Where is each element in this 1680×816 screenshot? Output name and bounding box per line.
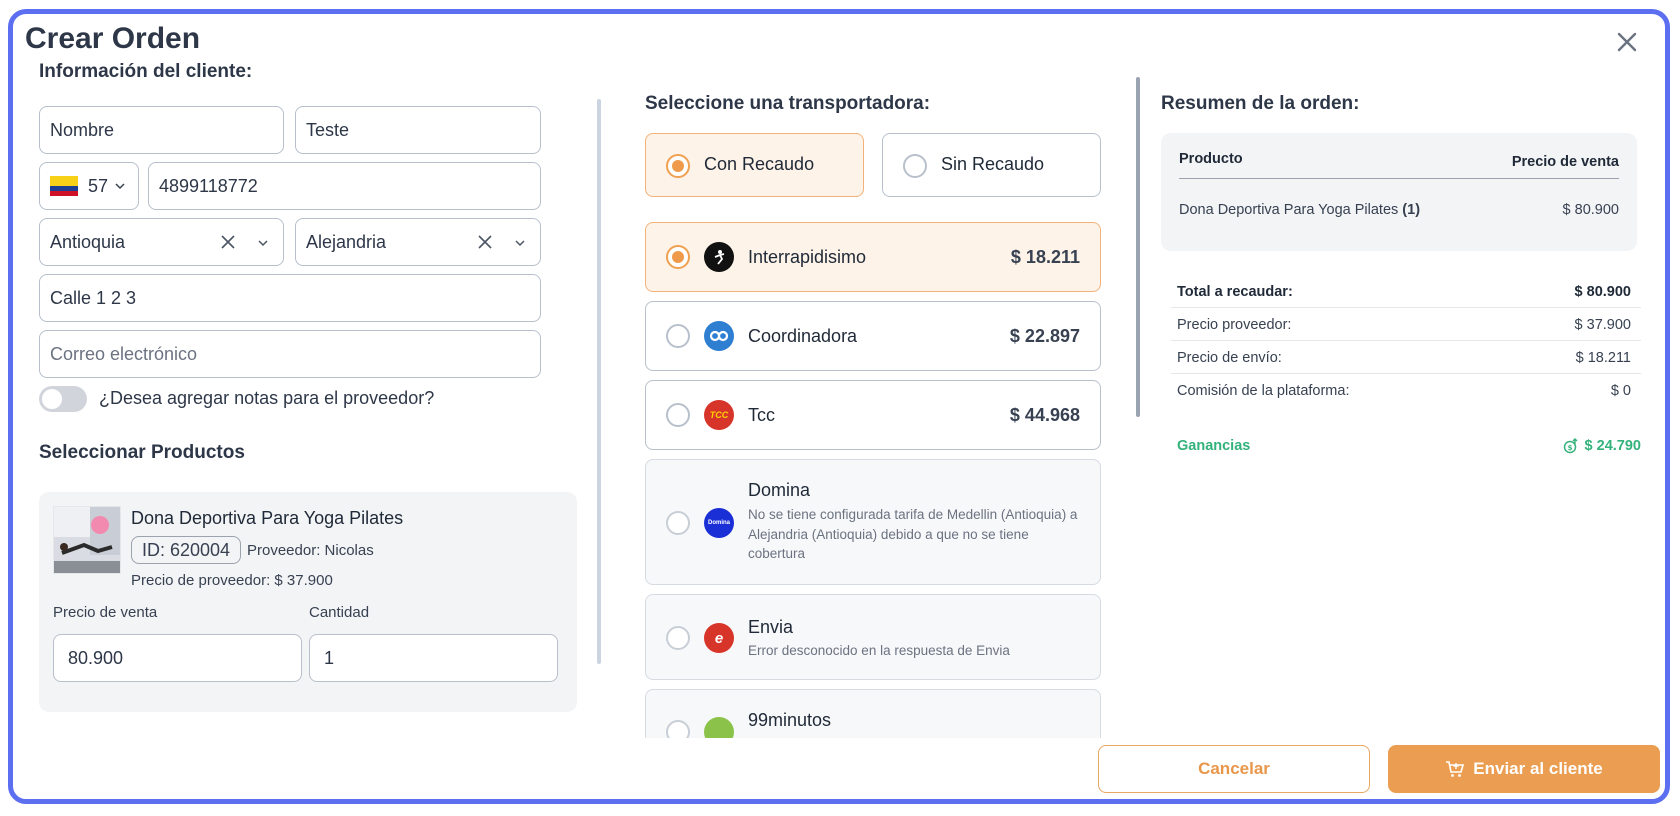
carrier-price: $ 22.897 xyxy=(1009,326,1080,346)
mode-con-recaudo[interactable]: Con Recaudo xyxy=(645,133,864,197)
carrier-99minutos: 99minutos xyxy=(645,689,1101,738)
sale-price-label: Precio de venta xyxy=(53,604,158,621)
chevron-down-icon xyxy=(115,183,125,190)
phone-input[interactable]: 4899118772 xyxy=(148,162,541,210)
clear-icon[interactable] xyxy=(219,233,237,251)
product-card: Dona Deportiva Para Yoga Pilates ID: 620… xyxy=(39,492,577,712)
radio-con-recaudo[interactable] xyxy=(666,154,690,178)
carrier-domina: Domina Domina No se tiene configurada ta… xyxy=(645,459,1101,585)
cart-icon xyxy=(1446,761,1465,777)
notes-toggle-label: ¿Desea agregar notas para el proveedor? xyxy=(99,388,435,408)
gain-value: $ $ 24.790 xyxy=(1563,438,1641,454)
svg-text:$: $ xyxy=(1567,444,1572,452)
carrier-name: Envia xyxy=(748,617,794,637)
radio-sin-recaudo[interactable] xyxy=(903,154,927,178)
product-image xyxy=(53,506,121,574)
city-select[interactable]: Alejandria xyxy=(295,218,541,266)
carrier-name: 99minutos xyxy=(748,710,832,730)
carrier-note: No se tiene configurada tarifa de Medell… xyxy=(748,507,1078,561)
total-row: Total a recaudar: $ 80.900 xyxy=(1171,275,1641,308)
carrier-price: $ 44.968 xyxy=(1009,405,1080,425)
email-input[interactable]: Correo electrónico xyxy=(39,330,541,378)
middle-scrollbar[interactable] xyxy=(1136,77,1140,417)
last-name-input[interactable]: Teste xyxy=(295,106,541,154)
chevron-down-icon[interactable] xyxy=(257,237,269,249)
commission-row: Comisión de la plataforma: $ 0 xyxy=(1177,383,1631,399)
radio-99minutos xyxy=(666,720,690,738)
shipping-price-row: Precio de envío: $ 18.211 xyxy=(1171,341,1641,374)
interrapidisimo-logo-icon xyxy=(704,242,734,272)
summary-item: Dona Deportiva Para Yoga Pilates (1) xyxy=(1179,202,1421,218)
close-icon[interactable] xyxy=(1613,28,1641,56)
client-section-title: Información del cliente: xyxy=(39,62,253,82)
phone-code-select[interactable]: 57 xyxy=(39,162,139,210)
quantity-label: Cantidad xyxy=(309,604,370,621)
modal-title: Crear Orden xyxy=(25,22,201,55)
send-to-client-button[interactable]: Enviar al cliente xyxy=(1388,745,1660,793)
sale-price-input[interactable]: 80.900 xyxy=(53,634,302,682)
carrier-price: $ 18.211 xyxy=(1010,247,1080,267)
create-order-modal: Crear Orden Información del cliente: Nom… xyxy=(8,9,1670,804)
mode-sin-recaudo[interactable]: Sin Recaudo xyxy=(882,133,1101,197)
cancel-button[interactable]: Cancelar xyxy=(1098,745,1370,793)
shipping-section-title: Seleccione una transportadora: xyxy=(645,93,931,114)
quantity-input[interactable]: 1 xyxy=(309,634,558,682)
mode-label: Con Recaudo xyxy=(704,154,815,174)
product-supplier-price: Precio de proveedor: $ 37.900 xyxy=(131,572,333,589)
carrier-name: Coordinadora xyxy=(748,326,858,346)
tcc-logo-icon: TCC xyxy=(704,400,734,430)
summary-col-price: Precio de venta xyxy=(1511,154,1619,170)
carrier-interrapidisimo[interactable]: Interrapidisimo $ 18.211 xyxy=(645,222,1101,292)
envia-logo-icon: e xyxy=(704,623,734,653)
clear-icon[interactable] xyxy=(476,233,494,251)
client-panel: Información del cliente: Nombre Teste 57… xyxy=(13,62,608,738)
radio-envia xyxy=(666,626,690,650)
state-select[interactable]: Antioquia xyxy=(39,218,284,266)
carrier-name: Domina xyxy=(748,480,811,500)
supplier-price-row: Precio proveedor: $ 37.900 xyxy=(1171,308,1641,341)
radio-domina xyxy=(666,511,690,535)
address-input[interactable]: Calle 1 2 3 xyxy=(39,274,541,322)
summary-section-title: Resumen de la orden: xyxy=(1161,93,1360,114)
gain-label: Ganancias xyxy=(1177,438,1251,454)
radio-interrapidisimo[interactable] xyxy=(666,245,690,269)
carrier-name: Interrapidisimo xyxy=(748,247,867,267)
product-name: Dona Deportiva Para Yoga Pilates xyxy=(131,508,404,528)
radio-tcc[interactable] xyxy=(666,403,690,427)
summary-col-product: Producto xyxy=(1179,151,1243,167)
carrier-coordinadora[interactable]: Coordinadora $ 22.897 xyxy=(645,301,1101,371)
first-name-input[interactable]: Nombre xyxy=(39,106,284,154)
carrier-name: Tcc xyxy=(748,405,775,425)
product-id-badge: ID: 620004 xyxy=(131,536,242,564)
99minutos-logo-icon xyxy=(704,717,734,738)
summary-table: Producto Precio de venta Dona Deportiva … xyxy=(1161,133,1637,251)
notes-toggle[interactable] xyxy=(39,386,87,412)
money-up-icon: $ xyxy=(1563,438,1578,454)
product-supplier: Proveedor: Nicolas xyxy=(247,542,374,559)
chevron-down-icon[interactable] xyxy=(514,237,526,249)
left-scrollbar[interactable] xyxy=(597,99,601,664)
carrier-note: Error desconocido en la respuesta de Env… xyxy=(748,643,1010,658)
shipping-panel: Seleccione una transportadora: Con Recau… xyxy=(645,62,1145,738)
summary-divider xyxy=(1179,178,1619,179)
products-section-title: Seleccionar Productos xyxy=(39,442,245,463)
carrier-tcc[interactable]: TCC Tcc $ 44.968 xyxy=(645,380,1101,450)
radio-coordinadora[interactable] xyxy=(666,324,690,348)
summary-item-price: $ 80.900 xyxy=(1562,202,1619,218)
colombia-flag-icon xyxy=(50,176,78,196)
domina-logo-icon: Domina xyxy=(704,508,734,538)
mode-label: Sin Recaudo xyxy=(941,154,1045,174)
carrier-envia: e Envia Error desconocido en la respuest… xyxy=(645,594,1101,680)
coordinadora-logo-icon xyxy=(704,321,734,351)
